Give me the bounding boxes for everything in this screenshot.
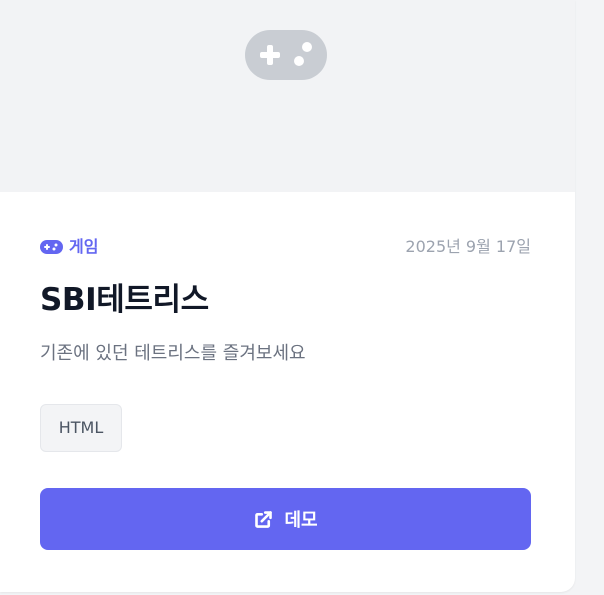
project-card[interactable]: 게임 2025년 9월 17일 SBI테트리스 기존에 있던 테트리스를 즐겨보… xyxy=(0,0,575,592)
gamepad-icon xyxy=(245,30,327,80)
demo-button-label: 데모 xyxy=(284,510,318,531)
project-date: 2025년 9월 17일 xyxy=(405,237,531,256)
tech-tag-html: HTML xyxy=(40,404,122,452)
project-description: 기존에 있던 테트리스를 즐겨보세요 xyxy=(40,343,306,364)
project-title: SBI테트리스 xyxy=(40,282,209,318)
project-meta-row: 게임 2025년 9월 17일 xyxy=(40,236,531,258)
demo-button[interactable]: 데모 xyxy=(40,488,531,550)
category-label: 게임 xyxy=(40,236,98,258)
project-thumbnail xyxy=(0,0,575,192)
page-background-gutter xyxy=(575,0,604,595)
external-link-icon xyxy=(255,510,273,528)
gamepad-icon xyxy=(40,240,63,254)
category-text: 게임 xyxy=(69,237,99,256)
